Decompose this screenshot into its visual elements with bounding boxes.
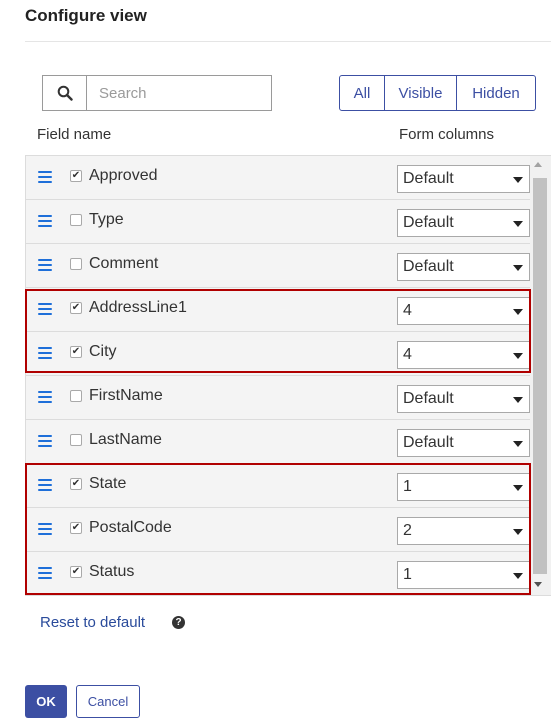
cancel-button[interactable]: Cancel xyxy=(76,685,140,718)
table-row: ✔ State 1 xyxy=(26,464,530,508)
form-columns-value: 4 xyxy=(403,346,412,363)
table-row: ✔ Approved Default xyxy=(26,156,530,200)
form-columns-value: Default xyxy=(403,434,454,451)
search-input[interactable] xyxy=(86,75,272,111)
field-name-label: State xyxy=(89,475,127,492)
search-button[interactable] xyxy=(42,75,86,111)
ok-button[interactable]: OK xyxy=(25,685,67,718)
filter-visible-button[interactable]: Visible xyxy=(385,75,457,111)
field-visible-checkbox[interactable]: ✔ xyxy=(70,346,82,358)
filter-all-button[interactable]: All xyxy=(339,75,385,111)
form-columns-value: Default xyxy=(403,390,454,407)
chevron-down-icon xyxy=(513,221,523,227)
dialog-title: Configure view xyxy=(25,6,147,25)
help-icon[interactable]: ? xyxy=(172,616,185,629)
form-columns-value: 1 xyxy=(403,478,412,495)
field-visible-checkbox[interactable]: ✔ xyxy=(70,170,82,182)
field-visible-checkbox[interactable]: ✔ xyxy=(70,522,82,534)
form-columns-value: Default xyxy=(403,170,454,187)
hamburger-drag-icon[interactable] xyxy=(38,479,52,491)
field-name-label: Type xyxy=(89,211,124,228)
form-columns-value: 4 xyxy=(403,302,412,319)
scroll-thumb[interactable] xyxy=(533,178,547,574)
form-columns-select[interactable]: Default xyxy=(397,209,530,237)
form-columns-select[interactable]: Default xyxy=(397,165,530,193)
chevron-down-icon xyxy=(513,441,523,447)
table-row: ✔ AddressLine1 4 xyxy=(26,288,530,332)
field-visible-checkbox[interactable] xyxy=(70,390,82,402)
field-visible-checkbox[interactable]: ✔ xyxy=(70,302,82,314)
hamburger-drag-icon[interactable] xyxy=(38,567,52,579)
table-row: LastName Default xyxy=(26,420,530,464)
hamburger-drag-icon[interactable] xyxy=(38,391,52,403)
chevron-down-icon xyxy=(513,529,523,535)
search-icon xyxy=(57,85,73,101)
chevron-down-icon xyxy=(513,397,523,403)
hamburger-drag-icon[interactable] xyxy=(38,523,52,535)
title-divider xyxy=(25,41,551,42)
form-columns-select[interactable]: Default xyxy=(397,429,530,457)
field-name-label: AddressLine1 xyxy=(89,299,187,316)
field-name-label: FirstName xyxy=(89,387,163,404)
hamburger-drag-icon[interactable] xyxy=(38,215,52,227)
column-header-field-name: Field name xyxy=(37,126,112,143)
field-list: ✔ Approved Default Type Default Comment Defaul… xyxy=(25,155,551,596)
form-columns-value: Default xyxy=(403,214,454,231)
hamburger-drag-icon[interactable] xyxy=(38,435,52,447)
form-columns-select[interactable]: Default xyxy=(397,385,530,413)
table-row: Comment Default xyxy=(26,244,530,288)
field-name-label: PostalCode xyxy=(89,519,172,536)
hamburger-drag-icon[interactable] xyxy=(38,347,52,359)
field-visible-checkbox[interactable]: ✔ xyxy=(70,478,82,490)
hamburger-drag-icon[interactable] xyxy=(38,259,52,271)
form-columns-select[interactable]: 4 xyxy=(397,297,530,325)
field-name-label: Comment xyxy=(89,255,159,272)
field-visible-checkbox[interactable]: ✔ xyxy=(70,566,82,578)
form-columns-value: 2 xyxy=(403,522,412,539)
field-name-label: City xyxy=(89,343,117,360)
scroll-down-arrow-icon[interactable] xyxy=(534,582,542,587)
chevron-down-icon xyxy=(513,309,523,315)
list-scrollbar[interactable] xyxy=(529,156,551,595)
form-columns-value: Default xyxy=(403,258,454,275)
field-visible-checkbox[interactable] xyxy=(70,214,82,226)
column-header-form-columns: Form columns xyxy=(399,126,495,143)
table-row: FirstName Default xyxy=(26,376,530,420)
chevron-down-icon xyxy=(513,573,523,579)
table-row: ✔ PostalCode 2 xyxy=(26,508,530,552)
chevron-down-icon xyxy=(513,485,523,491)
form-columns-select[interactable]: 1 xyxy=(397,473,530,501)
chevron-down-icon xyxy=(513,265,523,271)
reset-to-default-link[interactable]: Reset to default xyxy=(40,614,145,631)
table-row: Type Default xyxy=(26,200,530,244)
visibility-filter: All Visible Hidden xyxy=(339,75,536,111)
form-columns-select[interactable]: Default xyxy=(397,253,530,281)
form-columns-select[interactable]: 4 xyxy=(397,341,530,369)
field-name-label: LastName xyxy=(89,431,162,448)
table-row: ✔ Status 1 xyxy=(26,552,530,595)
field-visible-checkbox[interactable] xyxy=(70,258,82,270)
field-name-label: Status xyxy=(89,563,135,580)
hamburger-drag-icon[interactable] xyxy=(38,171,52,183)
field-name-label: Approved xyxy=(89,167,158,184)
chevron-down-icon xyxy=(513,353,523,359)
form-columns-select[interactable]: 1 xyxy=(397,561,530,589)
filter-hidden-button[interactable]: Hidden xyxy=(457,75,536,111)
form-columns-select[interactable]: 2 xyxy=(397,517,530,545)
field-visible-checkbox[interactable] xyxy=(70,434,82,446)
scroll-up-arrow-icon[interactable] xyxy=(534,162,542,167)
table-row: ✔ City 4 xyxy=(26,332,530,376)
chevron-down-icon xyxy=(513,177,523,183)
form-columns-value: 1 xyxy=(403,566,412,583)
hamburger-drag-icon[interactable] xyxy=(38,303,52,315)
